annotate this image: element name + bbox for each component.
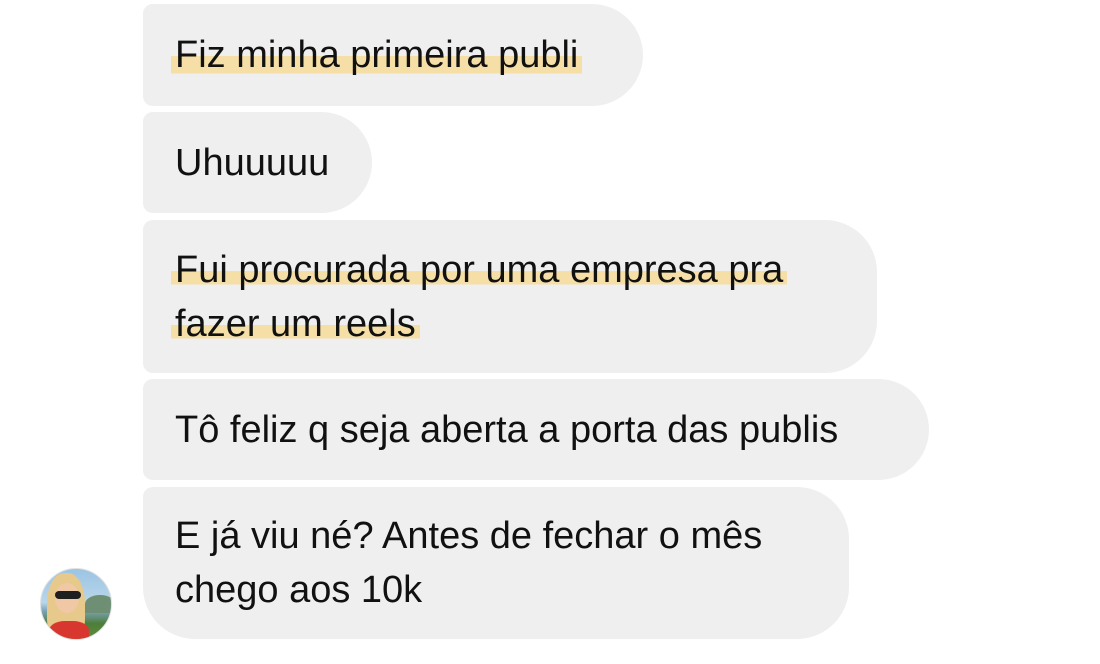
message-bubble[interactable]: E já viu né? Antes de fechar o mês chego… [143, 487, 849, 639]
avatar-sunglasses [55, 591, 81, 599]
message-text-line: Fui procurada por uma empresa pra [171, 248, 788, 291]
message-text: Tô feliz q seja aberta a porta das publi… [175, 408, 839, 451]
message-text: Uhuuuuu [175, 141, 330, 184]
sender-avatar[interactable] [40, 568, 112, 640]
avatar-background-hill [85, 595, 111, 613]
avatar-shirt [49, 621, 89, 639]
message-text-line: E já viu né? Antes de fechar o mês [175, 515, 763, 557]
message-bubble[interactable]: Fui procurada por uma empresa pra fazer … [143, 220, 877, 373]
message-bubble[interactable]: Tô feliz q seja aberta a porta das publi… [143, 379, 929, 480]
message-text: Fiz minha primeira publi [171, 28, 583, 82]
message-thread: Fiz minha primeira publi Uhuuuuu Fui pro… [0, 0, 1100, 664]
message-text-line: chego aos 10k [175, 569, 423, 611]
message-text-line: fazer um reels [171, 302, 420, 345]
message-bubble[interactable]: Uhuuuuu [143, 112, 372, 213]
message-bubble[interactable]: Fiz minha primeira publi [143, 4, 643, 106]
